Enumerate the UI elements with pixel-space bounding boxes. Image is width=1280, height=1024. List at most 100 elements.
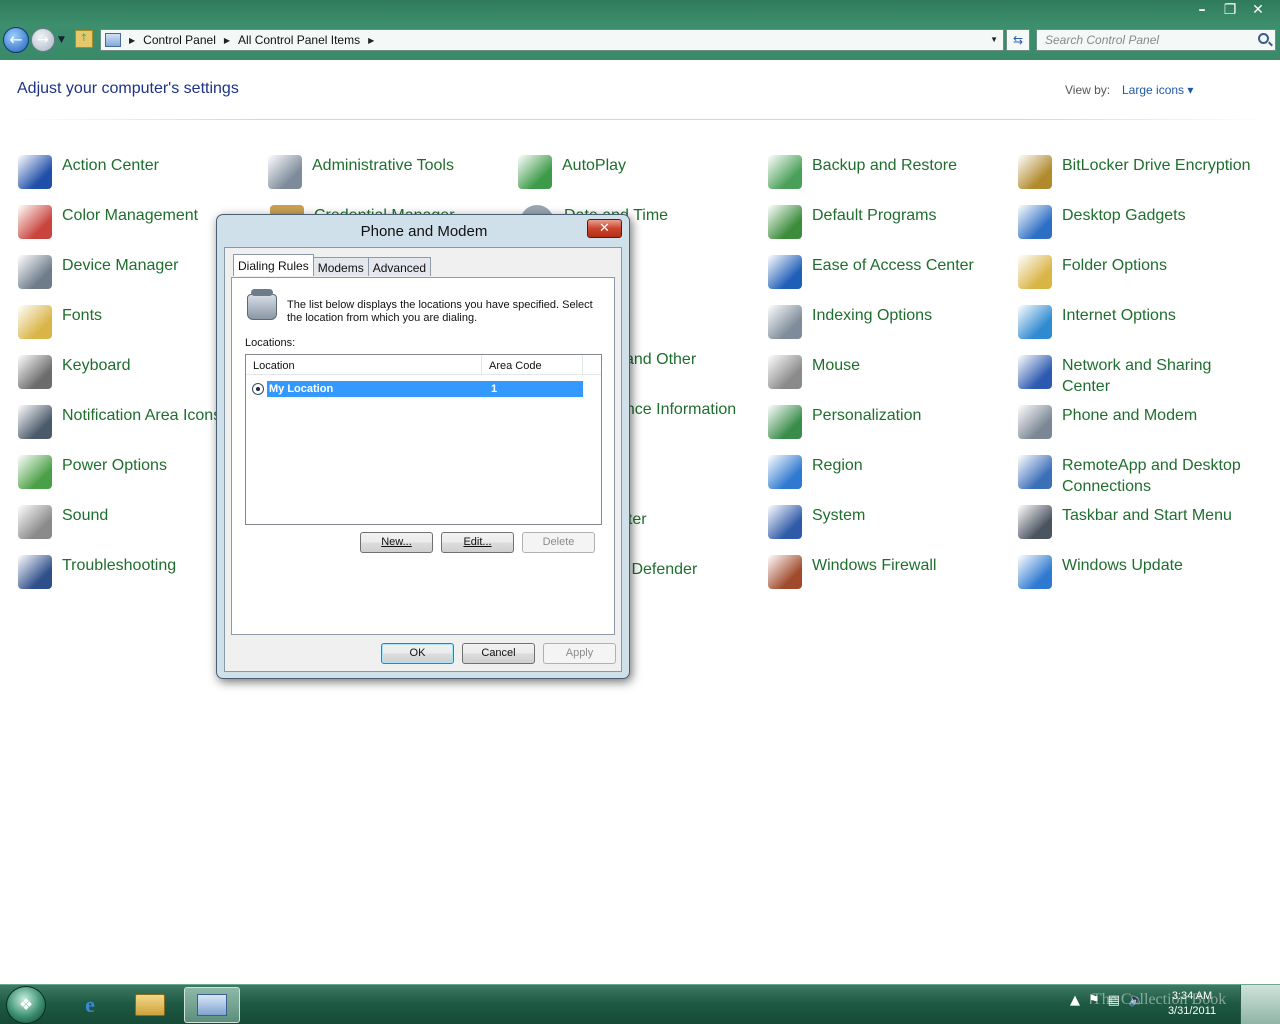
cp-item-mouse[interactable]: Mouse [768,355,1013,389]
cp-item-internet-options[interactable]: Internet Options [1018,305,1263,339]
cp-item-phone-and-modem[interactable]: Phone and Modem [1018,405,1263,439]
cp-item-folder-options[interactable]: Folder Options [1018,255,1263,289]
cp-item-administrative-tools[interactable]: Administrative Tools [268,155,513,189]
color-icon [18,205,52,239]
cp-item-indexing-options[interactable]: Indexing Options [768,305,1013,339]
search-icon[interactable] [1258,33,1269,44]
cp-item-label: Indexing Options [812,307,933,324]
clock-date: 3/31/2011 [1167,1005,1217,1017]
row-area-code: 1 [491,383,498,395]
breadcrumb-control-panel[interactable]: Control Panel [143,33,216,47]
cp-item-autoplay[interactable]: AutoPlay [518,155,763,189]
keyboard-icon [18,355,52,389]
notification-icon [18,405,52,439]
show-desktop-button[interactable] [1240,985,1280,1024]
breadcrumb-separator-icon[interactable]: ▶ [368,36,374,45]
apply-button[interactable]: Apply [543,643,616,664]
cp-item-label: BitLocker Drive Encryption [1062,157,1251,174]
forward-button[interactable]: → [31,28,55,52]
cp-item-label: Taskbar and Start Menu [1062,507,1232,524]
cp-item-performance[interactable]: ance Information [617,399,736,420]
autoplay-icon [518,155,552,189]
page-title: Adjust your computer's settings [17,80,239,97]
cp-item-label: Personalization [812,407,922,424]
control-panel-taskbar-icon[interactable] [184,987,240,1023]
battery-icon [18,455,52,489]
tab-modems[interactable]: Modems [312,257,369,276]
flag-icon [18,155,52,189]
control-panel-icon [105,33,121,47]
internet-explorer-icon[interactable]: e [62,987,118,1023]
cp-item-hd-audio[interactable]: and Other [625,349,696,370]
delete-button[interactable]: Delete [522,532,595,553]
taskbar-icon [1018,505,1052,539]
back-button[interactable]: ← [3,27,29,53]
clock[interactable]: 3:34 AM 3/31/2011 [1162,989,1222,1019]
tray-chevron-icon[interactable]: ▲ [1070,993,1080,1008]
indexing-icon [768,305,802,339]
cp-item-windows-defender[interactable]: s Defender [619,559,697,580]
start-button[interactable]: ❖ [6,986,46,1024]
close-window-button[interactable]: ✕ [1244,0,1272,20]
cp-item-region[interactable]: Region [768,455,1013,489]
breadcrumb-separator-icon[interactable]: ▶ [129,36,135,45]
list-item[interactable]: My Location 1 [252,381,583,397]
cp-item-remoteapp-and-desktop-connections[interactable]: RemoteApp and Desktop Connections [1018,455,1263,497]
dialing-rules-panel: The list below displays the locations yo… [231,277,615,635]
tab-advanced[interactable]: Advanced [367,257,432,276]
volume-icon[interactable]: 🔈 [1128,993,1144,1008]
search-input[interactable]: Search Control Panel [1036,29,1276,51]
column-location[interactable]: Location [246,355,482,374]
minimize-button[interactable]: – [1188,0,1216,20]
telephone-icon [247,289,277,320]
cancel-button[interactable]: Cancel [462,643,535,664]
cp-item-windows-update[interactable]: Windows Update [1018,555,1263,589]
breadcrumb-all-items[interactable]: All Control Panel Items [238,33,360,47]
cp-item-network-and-sharing-center[interactable]: Network and Sharing Center [1018,355,1263,397]
windows-explorer-icon[interactable] [122,987,178,1023]
cp-item-label: Network and Sharing Center [1062,357,1212,395]
cp-item-desktop-gadgets[interactable]: Desktop Gadgets [1018,205,1263,239]
cp-item-bitlocker-drive-encryption[interactable]: BitLocker Drive Encryption [1018,155,1263,189]
system-tray: ▲ ⚑ ▤ 🔈 [1070,993,1144,1008]
action-center-flag-icon[interactable]: ⚑ [1088,993,1100,1008]
new-button[interactable]: New... [360,532,433,553]
system-icon [768,505,802,539]
cp-item-label: Ease of Access Center [812,257,974,274]
cp-item-personalization[interactable]: Personalization [768,405,1013,439]
cp-item-default-programs[interactable]: Default Programs [768,205,1013,239]
view-by-dropdown[interactable]: Large icons [1122,83,1193,97]
refresh-button[interactable]: ⇆ [1006,29,1030,51]
dialog-close-button[interactable]: ✕ [587,219,622,238]
cp-item-ease-of-access-center[interactable]: Ease of Access Center [768,255,1013,289]
mouse-icon [768,355,802,389]
address-dropdown-icon[interactable]: ▼ [990,35,998,44]
locations-list[interactable]: Location Area Code My Location 1 [245,354,602,525]
cp-item-action-center[interactable]: Action Center [18,155,263,189]
key-icon [1018,155,1052,189]
cp-item-windows-firewall[interactable]: Windows Firewall [768,555,1013,589]
column-area-code[interactable]: Area Code [482,355,583,374]
cp-item-label: Folder Options [1062,257,1167,274]
tab-dialing-rules[interactable]: Dialing Rules [233,254,314,276]
cp-item-system[interactable]: System [768,505,1013,539]
maximize-button[interactable]: ❐ [1216,0,1244,20]
folder-icon [1018,255,1052,289]
phone-modem-dialog: Phone and Modem ✕ Dialing Rules Modems A… [216,214,630,679]
recent-pages-dropdown[interactable]: ▼ [58,35,65,45]
cp-item-label: Administrative Tools [312,157,454,174]
selected-row[interactable]: My Location 1 [267,381,583,397]
cp-item-backup-and-restore[interactable]: Backup and Restore [768,155,1013,189]
device-manager-icon [18,255,52,289]
breadcrumb-separator-icon[interactable]: ▶ [224,36,230,45]
globe-icon [1018,305,1052,339]
ok-button[interactable]: OK [381,643,454,664]
cp-item-taskbar-and-start-menu[interactable]: Taskbar and Start Menu [1018,505,1263,539]
radio-selected-icon[interactable] [252,383,264,395]
row-location: My Location [269,383,334,395]
up-folder-icon[interactable]: ↑ [75,30,93,48]
network-tray-icon[interactable]: ▤ [1108,993,1120,1008]
address-bar[interactable]: ▶ Control Panel ▶ All Control Panel Item… [100,29,1004,51]
control-panel-content: Adjust your computer's settings View by:… [0,60,1280,984]
edit-button[interactable]: Edit... [441,532,514,553]
